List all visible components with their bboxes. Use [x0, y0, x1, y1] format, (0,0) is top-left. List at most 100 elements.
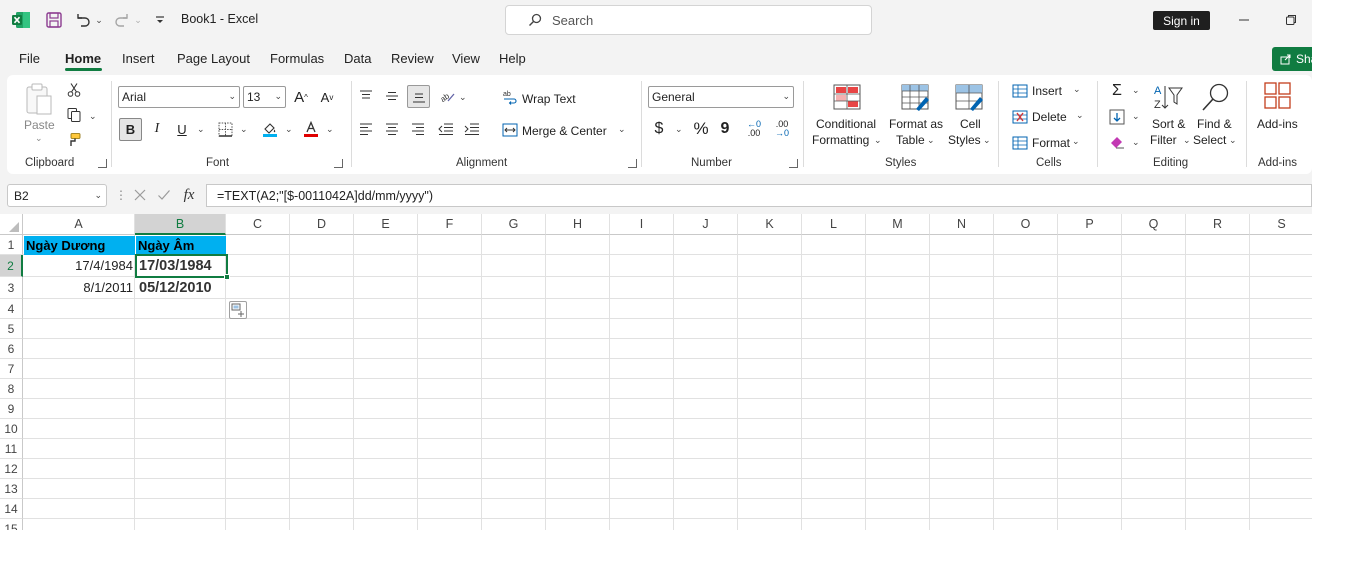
customize-toolbar-icon[interactable]	[153, 12, 167, 28]
paste-dropdown-icon[interactable]: ⌄	[35, 133, 43, 144]
find-select-icon[interactable]	[1200, 82, 1230, 115]
paste-icon[interactable]	[23, 81, 55, 117]
column-header-E[interactable]: E	[354, 214, 418, 235]
undo-icon[interactable]	[74, 11, 92, 29]
quick-analysis-icon[interactable]	[229, 301, 247, 319]
conditional-formatting-label-2[interactable]: Formatting	[812, 133, 869, 147]
row-header-10[interactable]: 10	[0, 419, 23, 439]
increase-indent-icon[interactable]	[463, 120, 481, 138]
undo-dropdown-icon[interactable]: ⌄	[94, 14, 104, 26]
column-header-L[interactable]: L	[802, 214, 866, 235]
column-header-R[interactable]: R	[1186, 214, 1250, 235]
increase-decimal-button[interactable]: ←0 .00	[742, 119, 766, 139]
redo-icon[interactable]	[113, 11, 131, 29]
shrink-font-button[interactable]: Av	[317, 87, 337, 107]
delete-cells-icon[interactable]	[1011, 109, 1029, 125]
clear-dropdown-icon[interactable]: ⌄	[1132, 137, 1140, 148]
row-header-15[interactable]: 15	[0, 519, 23, 530]
find-select-label-1[interactable]: Find &	[1197, 117, 1232, 131]
worksheet-grid[interactable]: ABCDEFGHIJKLMNOPQRS 1 2 3 4 5 6 7 8 9 10 11 12 13 14 1…	[0, 214, 1312, 530]
formula-input[interactable]: =TEXT(A2;"[$-0011042A]dd/mm/yyyy")	[206, 184, 1312, 207]
format-cells-button[interactable]: Format	[1032, 136, 1070, 150]
underline-button[interactable]: U	[172, 119, 192, 139]
sort-filter-label-2[interactable]: Filter	[1150, 133, 1177, 147]
insert-cells-button[interactable]: Insert	[1032, 84, 1062, 98]
cell-B3[interactable]: 05/12/2010	[136, 278, 226, 297]
column-header-B[interactable]: B	[135, 214, 226, 235]
column-header-D[interactable]: D	[290, 214, 354, 235]
comma-style-button[interactable]: 9	[717, 119, 733, 139]
row-header-11[interactable]: 11	[0, 439, 23, 459]
minimize-icon[interactable]	[1236, 12, 1252, 28]
bold-button[interactable]: B	[119, 118, 142, 141]
row-header-6[interactable]: 6	[0, 339, 23, 359]
borders-icon[interactable]	[215, 119, 235, 139]
fill-dropdown-icon[interactable]: ⌄	[1132, 111, 1140, 122]
grow-font-button[interactable]: A ^	[291, 87, 311, 107]
column-header-O[interactable]: O	[994, 214, 1058, 235]
font-launcher-icon[interactable]	[334, 159, 343, 168]
name-box[interactable]: B2 ⌄	[7, 184, 107, 207]
fill-icon[interactable]	[1108, 108, 1126, 126]
tab-help[interactable]: Help	[499, 51, 526, 66]
cell-styles-label-1[interactable]: Cell	[960, 117, 981, 131]
cut-icon[interactable]	[65, 81, 83, 99]
column-header-A[interactable]: A	[23, 214, 135, 235]
clipboard-launcher-icon[interactable]	[98, 159, 107, 168]
add-ins-button[interactable]: Add-ins	[1257, 117, 1298, 131]
row-header-13[interactable]: 13	[0, 479, 23, 499]
insert-function-button[interactable]: fx	[179, 186, 199, 204]
select-all-corner[interactable]	[0, 214, 23, 235]
italic-button[interactable]: I	[147, 119, 167, 139]
column-header-P[interactable]: P	[1058, 214, 1122, 235]
row-header-5[interactable]: 5	[0, 319, 23, 339]
cell-styles-label-2[interactable]: Styles	[948, 133, 981, 147]
row-header-3[interactable]: 3	[0, 277, 23, 299]
font-color-dropdown-icon[interactable]: ⌄	[326, 124, 334, 135]
align-center-icon[interactable]	[383, 120, 401, 138]
save-icon[interactable]	[45, 11, 63, 29]
cell-B1[interactable]: Ngày Âm	[136, 236, 226, 255]
cell-A3[interactable]: 8/1/2011	[24, 278, 135, 297]
column-header-I[interactable]: I	[610, 214, 674, 235]
align-bottom-icon[interactable]	[407, 85, 430, 108]
cell-A1[interactable]: Ngày Dương	[24, 236, 135, 255]
tab-data[interactable]: Data	[344, 51, 371, 66]
underline-dropdown-icon[interactable]: ⌄	[197, 124, 205, 135]
wrap-text-icon[interactable]: ab	[501, 88, 519, 106]
column-header-K[interactable]: K	[738, 214, 802, 235]
format-as-table-dropdown-icon[interactable]: ⌄	[927, 135, 935, 146]
cancel-entry-icon[interactable]	[131, 186, 149, 204]
decrease-decimal-button[interactable]: .00 →0	[770, 119, 794, 139]
sort-filter-icon[interactable]: AZ	[1153, 82, 1183, 115]
borders-dropdown-icon[interactable]: ⌄	[240, 124, 248, 135]
column-header-N[interactable]: N	[930, 214, 994, 235]
autosum-dropdown-icon[interactable]: ⌄	[1132, 85, 1140, 96]
align-middle-icon[interactable]	[383, 87, 401, 105]
merge-center-icon[interactable]	[501, 121, 519, 139]
column-header-G[interactable]: G	[482, 214, 546, 235]
currency-button[interactable]: $	[651, 119, 667, 139]
format-cells-icon[interactable]	[1011, 135, 1029, 151]
tab-home[interactable]: Home	[65, 51, 101, 66]
tab-formulas[interactable]: Formulas	[270, 51, 324, 66]
number-format-select[interactable]: General ⌄	[648, 86, 794, 108]
sign-in-button[interactable]: Sign in	[1153, 11, 1210, 30]
sort-filter-label-1[interactable]: Sort &	[1152, 117, 1185, 131]
row-header-2[interactable]: 2	[0, 255, 23, 277]
share-button[interactable]: Sha	[1272, 47, 1312, 71]
align-top-icon[interactable]	[357, 87, 375, 105]
find-select-label-2[interactable]: Select	[1193, 133, 1226, 147]
row-header-9[interactable]: 9	[0, 399, 23, 419]
column-header-F[interactable]: F	[418, 214, 482, 235]
delete-cells-button[interactable]: Delete	[1032, 110, 1067, 124]
fill-color-dropdown-icon[interactable]: ⌄	[285, 124, 293, 135]
conditional-formatting-dropdown-icon[interactable]: ⌄	[874, 135, 882, 146]
orientation-icon[interactable]: ab	[437, 87, 457, 105]
column-header-Q[interactable]: Q	[1122, 214, 1186, 235]
column-header-J[interactable]: J	[674, 214, 738, 235]
tab-view[interactable]: View	[452, 51, 480, 66]
column-header-M[interactable]: M	[866, 214, 930, 235]
column-header-S[interactable]: S	[1250, 214, 1312, 235]
alignment-launcher-icon[interactable]	[628, 159, 637, 168]
